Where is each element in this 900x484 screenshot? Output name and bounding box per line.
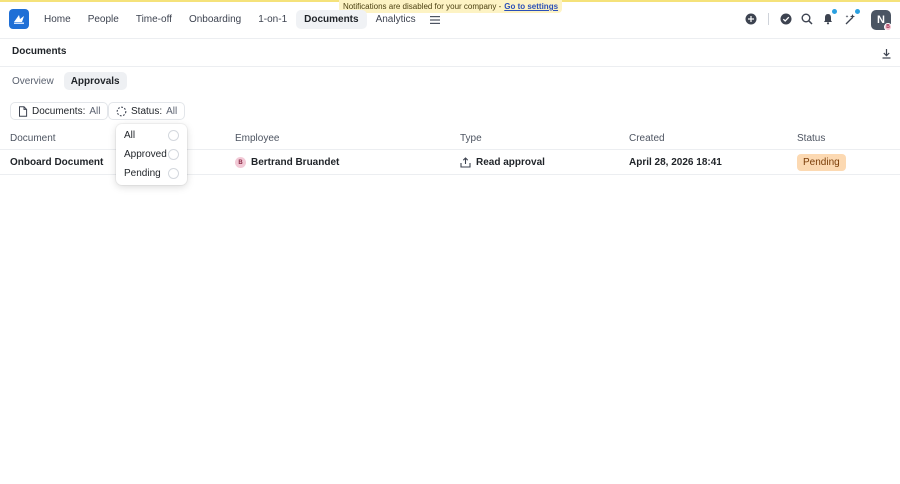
- status-loader-icon: [116, 106, 127, 116]
- status-filter-value: All: [166, 105, 178, 117]
- nav-onboarding[interactable]: Onboarding: [181, 10, 249, 29]
- documents-filter-value: All: [89, 105, 101, 117]
- header-divider: [768, 13, 769, 25]
- row-created: April 28, 2026 18:41: [629, 157, 722, 168]
- nav-1-on-1[interactable]: 1-on-1: [250, 10, 295, 29]
- check-circle-icon: [780, 13, 792, 25]
- radio-button[interactable]: [168, 168, 179, 179]
- row-employee: B Bertrand Bruandet: [235, 157, 339, 168]
- documents-filter-label: Documents:: [32, 105, 86, 117]
- add-button[interactable]: [744, 12, 758, 26]
- radio-button[interactable]: [168, 130, 179, 141]
- status-option-pending[interactable]: Pending: [116, 164, 187, 183]
- page-tabs: Overview Approvals: [5, 72, 127, 90]
- status-option-label: All: [124, 130, 136, 141]
- nav-people[interactable]: People: [80, 10, 127, 29]
- user-avatar-badge: B: [884, 23, 892, 31]
- column-header-created[interactable]: Created: [629, 133, 665, 144]
- status-badge: Pending: [797, 154, 846, 171]
- nav-home[interactable]: Home: [36, 10, 79, 29]
- download-icon: [882, 48, 890, 59]
- row-type: Read approval: [460, 157, 545, 168]
- column-header-document[interactable]: Document: [10, 133, 56, 144]
- add-circle-icon: [745, 13, 757, 25]
- row-document: Onboard Document: [10, 157, 104, 168]
- page-title: Documents: [12, 46, 67, 57]
- column-header-employee[interactable]: Employee: [235, 133, 279, 144]
- upload-approval-icon: [460, 157, 471, 168]
- documents-filter[interactable]: Documents: All: [10, 102, 109, 120]
- sparkle-icon: [845, 13, 855, 24]
- notification-dot: [832, 9, 837, 14]
- user-avatar[interactable]: N B: [871, 10, 892, 31]
- main-nav: Home People Time-off Onboarding 1-on-1 D…: [36, 10, 445, 29]
- employee-name: Bertrand Bruandet: [251, 157, 340, 168]
- nav-analytics[interactable]: Analytics: [368, 10, 424, 29]
- hamburger-icon: [429, 15, 440, 24]
- logo-icon: [14, 15, 24, 24]
- download-button[interactable]: [879, 46, 893, 60]
- page-header: Documents: [0, 40, 900, 67]
- document-icon: [19, 105, 28, 117]
- radio-button[interactable]: [168, 149, 179, 160]
- status-filter[interactable]: Status: All: [108, 102, 186, 120]
- status-option-approved[interactable]: Approved: [116, 145, 187, 164]
- top-navbar: Home People Time-off Onboarding 1-on-1 D…: [0, 2, 900, 39]
- assistant-dot: [855, 9, 860, 14]
- status-dropdown-menu: All Approved Pending: [116, 124, 187, 185]
- type-label: Read approval: [476, 157, 545, 168]
- column-header-type[interactable]: Type: [460, 133, 482, 144]
- search-button[interactable]: [800, 12, 814, 26]
- column-header-status[interactable]: Status: [797, 133, 825, 144]
- status-option-label: Pending: [124, 168, 161, 179]
- nav-more-menu[interactable]: [425, 10, 445, 29]
- notifications-button[interactable]: [821, 9, 837, 26]
- nav-documents[interactable]: Documents: [296, 10, 367, 29]
- tab-overview[interactable]: Overview: [5, 72, 61, 90]
- nav-time-off[interactable]: Time-off: [128, 10, 180, 29]
- status-option-all[interactable]: All: [116, 126, 187, 145]
- tasks-button[interactable]: [779, 12, 793, 26]
- bell-icon: [824, 14, 832, 25]
- employee-avatar: B: [235, 157, 246, 168]
- tab-approvals[interactable]: Approvals: [63, 72, 127, 90]
- status-filter-label: Status:: [131, 105, 163, 117]
- app-logo[interactable]: [9, 9, 29, 29]
- search-icon: [801, 13, 813, 25]
- status-option-label: Approved: [124, 149, 167, 160]
- assistant-button[interactable]: [843, 9, 860, 26]
